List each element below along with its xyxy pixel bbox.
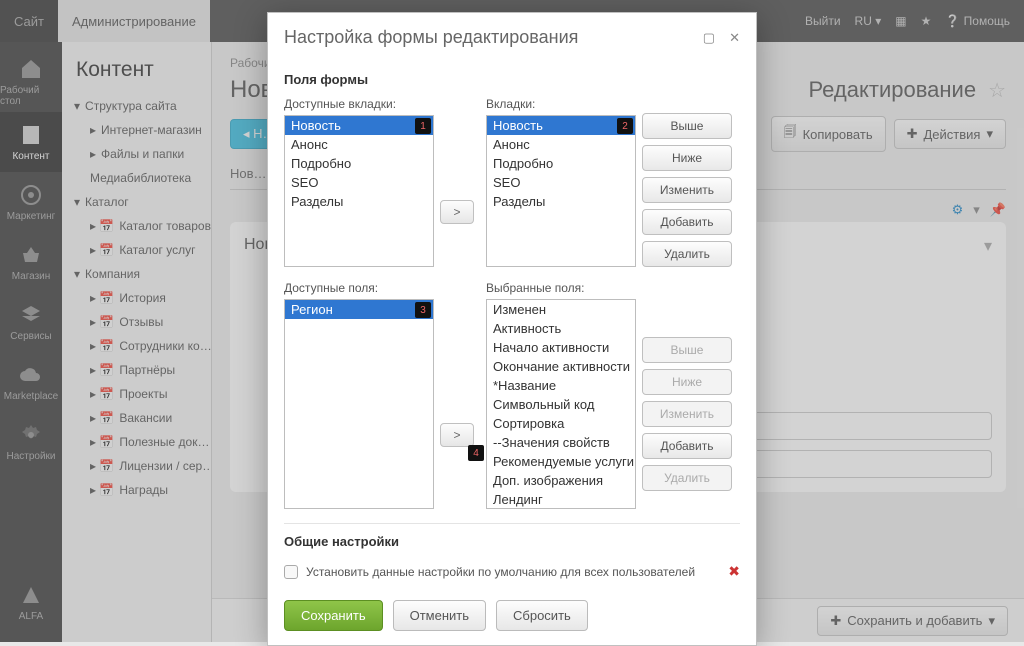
list-item[interactable]: Анонс — [285, 135, 433, 154]
reset-button[interactable]: Сбросить — [496, 600, 588, 631]
list-item[interactable]: Символьный код — [487, 395, 635, 414]
cancel-button[interactable]: Отменить — [393, 600, 486, 631]
tabs-label: Вкладки: — [486, 97, 636, 111]
modal-body: Поля формы Доступные вкладки: 1 НовостьА… — [268, 62, 756, 590]
field-buttons: Выше Ниже Изменить Добавить Удалить — [642, 337, 738, 491]
available-fields-label: Доступные поля: — [284, 281, 434, 295]
modal-header: Настройка формы редактирования ▢ ✕ — [268, 13, 756, 62]
modal: Настройка формы редактирования ▢ ✕ Поля … — [267, 12, 757, 646]
list-item[interactable]: Новость — [487, 116, 635, 135]
save-button[interactable]: Сохранить — [284, 600, 383, 631]
list-item[interactable]: SEO — [285, 173, 433, 192]
list-item[interactable]: --Значения свойств — [487, 433, 635, 452]
list-item[interactable]: Изменен — [487, 300, 635, 319]
common-settings: Общие настройки Установить данные настро… — [284, 523, 740, 584]
list-item[interactable]: Подробно — [285, 154, 433, 173]
tabs-list[interactable]: 2 НовостьАнонсПодробноSEOРазделы — [486, 115, 636, 267]
available-tabs-list[interactable]: 1 НовостьАнонсПодробноSEOРазделы — [284, 115, 434, 267]
list-item[interactable]: Сортировка — [487, 414, 635, 433]
selected-fields-list[interactable]: ИзмененАктивностьНачало активностиОконча… — [486, 299, 636, 509]
annotation-marker: 3 — [415, 302, 431, 318]
list-item[interactable]: Активность — [487, 319, 635, 338]
delete-button[interactable]: Удалить — [642, 241, 732, 267]
selected-fields-label: Выбранные поля: — [486, 281, 636, 295]
down-button[interactable]: Ниже — [642, 145, 732, 171]
default-checkbox[interactable] — [284, 565, 298, 579]
list-item[interactable]: Новость — [285, 116, 433, 135]
section-title: Поля формы — [284, 72, 740, 87]
common-title: Общие настройки — [284, 534, 740, 549]
up-button[interactable]: Выше — [642, 113, 732, 139]
list-item[interactable]: Регион — [285, 300, 433, 319]
default-label: Установить данные настройки по умолчанию… — [306, 565, 695, 579]
edit-button: Изменить — [642, 401, 732, 427]
modal-title: Настройка формы редактирования — [284, 27, 578, 48]
list-item[interactable]: Подробно — [487, 154, 635, 173]
add-button[interactable]: Добавить — [642, 209, 732, 235]
delete-button: Удалить — [642, 465, 732, 491]
list-item[interactable]: Разделы — [285, 192, 433, 211]
add-button[interactable]: Добавить — [642, 433, 732, 459]
annotation-marker: 4 — [468, 445, 484, 461]
list-item[interactable]: *Название — [487, 376, 635, 395]
list-item[interactable]: Окончание активности — [487, 357, 635, 376]
list-item[interactable]: Начало активности — [487, 338, 635, 357]
tabs-columns: Доступные вкладки: 1 НовостьАнонсПодробн… — [284, 97, 740, 267]
down-button: Ниже — [642, 369, 732, 395]
fields-columns: Доступные поля: 3 Регион > 4 Выбранные п… — [284, 281, 740, 509]
available-fields-list[interactable]: 3 Регион — [284, 299, 434, 509]
list-item[interactable]: Рекомендуемые услуги — [487, 452, 635, 471]
up-button: Выше — [642, 337, 732, 363]
close-icon[interactable]: ✕ — [729, 30, 740, 46]
list-item[interactable]: Доп. изображения — [487, 471, 635, 490]
modal-footer: Сохранить Отменить Сбросить — [268, 590, 756, 645]
edit-button[interactable]: Изменить — [642, 177, 732, 203]
move-right-button[interactable]: > — [440, 200, 474, 224]
list-item[interactable]: Анонс — [487, 135, 635, 154]
tab-buttons: Выше Ниже Изменить Добавить Удалить — [642, 113, 738, 267]
available-tabs-label: Доступные вкладки: — [284, 97, 434, 111]
list-item[interactable]: Лендинг — [487, 490, 635, 509]
maximize-icon[interactable]: ▢ — [703, 30, 715, 46]
list-item[interactable]: Разделы — [487, 192, 635, 211]
move-right-button[interactable]: > — [440, 423, 474, 447]
annotation-marker: 1 — [415, 118, 431, 134]
list-item[interactable]: SEO — [487, 173, 635, 192]
modal-overlay: Настройка формы редактирования ▢ ✕ Поля … — [0, 0, 1024, 642]
annotation-marker: 2 — [617, 118, 633, 134]
remove-icon[interactable]: ✖ — [728, 563, 740, 580]
